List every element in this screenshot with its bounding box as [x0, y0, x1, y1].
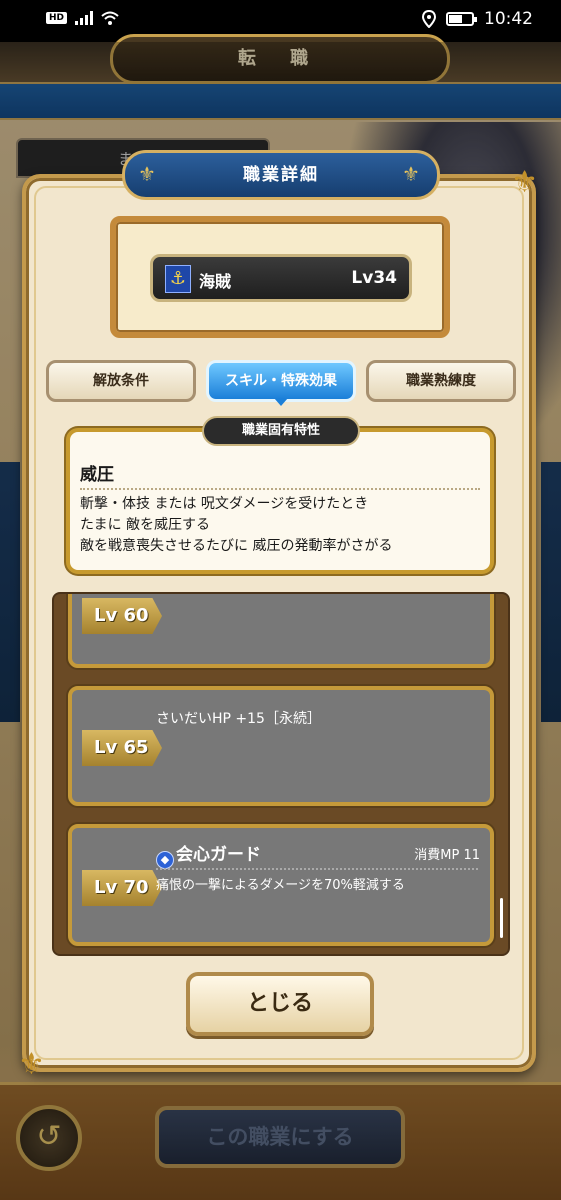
trait-desc-line: 斬撃・体技 または 呪文ダメージを受けたとき: [80, 496, 369, 512]
skill-card-lv70: Lv 70 ◆ 会心ガード 消費MP 11 痛恨の一撃によるダメージを70%軽減す…: [68, 824, 494, 946]
skill-name: ◆ 会心ガード: [156, 840, 261, 869]
active-tab-pointer: [274, 398, 288, 406]
tab-label: スキル・特殊効果: [225, 373, 337, 389]
anchor-icon: ⚓: [165, 265, 191, 293]
level-tag: Lv 60: [82, 598, 162, 634]
network-hd-badge: HD: [46, 12, 68, 24]
skill-list[interactable]: Lv 60 Lv 65 さいだいHP +15［永続］ Lv 70 ◆ 会心ガード …: [52, 592, 510, 956]
close-button[interactable]: とじる: [186, 972, 374, 1036]
tab-unlock-conditions[interactable]: 解放条件: [46, 360, 196, 402]
skill-list-scrollbar[interactable]: [500, 898, 503, 938]
divider: [80, 488, 480, 490]
job-plate: ⚓ 海賊 Lv34: [150, 254, 412, 302]
skill-description: 痛恨の一撃によるダメージを70%軽減する: [156, 878, 405, 893]
trait-description: 斬撃・体技 または 呪文ダメージを受けたとき たまに 敵を威圧する 敵を戦意喪失…: [80, 494, 392, 557]
fleur-ornament-icon: ⚜: [402, 162, 420, 186]
signal-icon: [75, 11, 94, 25]
skill-card-lv65: Lv 65 さいだいHP +15［永続］: [68, 686, 494, 806]
corner-ornament-icon: ⚜: [511, 165, 538, 200]
tab-label: 解放条件: [93, 373, 149, 389]
location-icon: [422, 10, 436, 28]
tab-label: 職業熟練度: [406, 373, 476, 389]
tab-job-proficiency[interactable]: 職業熟練度: [366, 360, 516, 402]
fleur-ornament-icon: ⚜: [138, 162, 156, 186]
skill-name-label: 会心ガード: [176, 845, 261, 865]
tab-skills-effects[interactable]: スキル・特殊効果: [206, 360, 356, 402]
wifi-icon: [101, 11, 119, 25]
corner-ornament-icon: ⚜: [18, 1047, 45, 1082]
job-level: Lv34: [351, 268, 397, 288]
battery-icon: [446, 12, 477, 26]
skill-card-lv60: Lv 60: [68, 594, 494, 668]
trait-desc-line: 敵を戦意喪失させるたびに 威圧の発動率がさがる: [80, 538, 393, 554]
skill-mp-cost: 消費MP 11: [414, 848, 480, 863]
level-tag: Lv 70: [82, 870, 162, 906]
clock: 10:42: [484, 9, 533, 29]
trait-name: 威圧: [80, 465, 114, 485]
divider: [156, 868, 478, 870]
job-name: 海賊: [199, 272, 232, 291]
skill-effect-text: さいだいHP +15［永続］: [156, 711, 321, 727]
trait-section-label: 職業固有特性: [202, 416, 360, 446]
level-tag: Lv 65: [82, 730, 162, 766]
trait-desc-line: たまに 敵を威圧する: [80, 517, 211, 533]
shield-skill-icon: ◆: [156, 851, 174, 869]
modal-title: 職業詳細: [122, 150, 440, 200]
